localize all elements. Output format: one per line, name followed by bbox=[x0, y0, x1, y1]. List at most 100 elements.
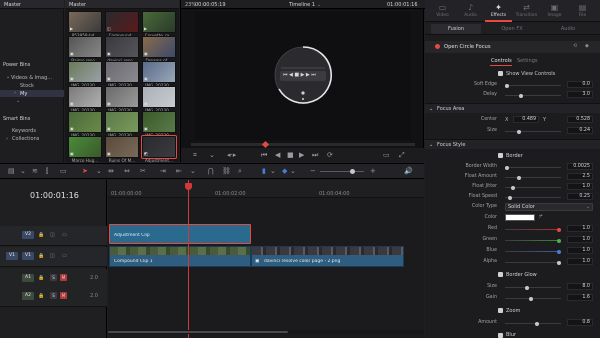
blur-checkbox[interactable] bbox=[498, 333, 503, 338]
slider-knob[interactable] bbox=[557, 227, 561, 232]
zoom-slider-knob[interactable] bbox=[350, 169, 355, 174]
alpha-field[interactable]: 1.0 bbox=[567, 258, 593, 265]
slider-knob[interactable] bbox=[508, 195, 512, 200]
chevron-down-icon[interactable]: ⌄ bbox=[190, 164, 196, 178]
eyedropper-icon[interactable]: ⌿ bbox=[539, 214, 543, 220]
float-amount-field[interactable]: 2.5 bbox=[567, 173, 593, 180]
timeline-tracks[interactable]: 01:00:00:00 01:00:02:00 01:00:04:00 Adju… bbox=[108, 180, 424, 338]
power-bin-item-videos[interactable]: ⌄ Videos & Imag... bbox=[0, 74, 64, 81]
media-pool-clip[interactable]: ▣ Marco Hug... bbox=[67, 136, 103, 163]
slider-knob[interactable] bbox=[517, 129, 521, 134]
first-frame-icon[interactable]: ⏮ bbox=[261, 148, 267, 162]
media-pool-clip[interactable]: ▣IMG_20230... bbox=[67, 86, 103, 113]
insert-icon[interactable]: ⇥ bbox=[160, 164, 166, 178]
border-glow-checkbox[interactable] bbox=[498, 272, 503, 277]
border-width-field[interactable]: 0.0025 bbox=[567, 163, 593, 170]
viewer-options-icon[interactable]: ▭ bbox=[383, 148, 390, 162]
size-field[interactable]: 0.24 bbox=[567, 127, 593, 134]
red-slider[interactable] bbox=[505, 227, 561, 232]
inspector-tab-image[interactable]: ▣ Image bbox=[541, 0, 568, 22]
layout-icon[interactable]: ▤ bbox=[8, 164, 15, 178]
settings-tab[interactable]: Settings bbox=[517, 58, 538, 64]
effect-header[interactable]: Open Circle Focus ⟲ ◆ bbox=[425, 41, 600, 53]
slider-knob[interactable] bbox=[557, 249, 561, 254]
enable-video-icon[interactable]: ▭ bbox=[62, 253, 67, 259]
blade-icon[interactable]: ✂ bbox=[140, 164, 146, 178]
media-pool-clip[interactable]: ▣IMG_20230... bbox=[141, 86, 177, 113]
marker-icon[interactable]: ◆ bbox=[282, 164, 287, 178]
lock-icon[interactable]: 🔒 bbox=[38, 293, 44, 299]
soft-edge-field[interactable]: 0.0 bbox=[567, 81, 593, 88]
border-width-slider[interactable] bbox=[505, 165, 561, 170]
last-frame-icon[interactable]: ⏭ bbox=[312, 148, 318, 162]
snapping-icon[interactable]: ⋂ bbox=[208, 164, 214, 178]
stop-icon[interactable]: ■ bbox=[287, 148, 294, 162]
clip-thumbnail[interactable]: ▣ bbox=[105, 111, 139, 133]
alpha-slider[interactable] bbox=[505, 260, 561, 265]
blue-slider[interactable] bbox=[505, 249, 561, 254]
chevron-down-icon[interactable]: ⌄ bbox=[209, 148, 215, 162]
media-pool-clip[interactable]: ▶Corvette_ra... bbox=[141, 11, 177, 38]
smart-bin-item-collections[interactable]: Collections bbox=[12, 136, 39, 142]
soft-edge-slider[interactable] bbox=[505, 83, 561, 88]
trim-icon[interactable]: ⇹ bbox=[108, 164, 114, 178]
lock-icon[interactable]: 🔒 bbox=[38, 232, 44, 238]
media-pool-clip[interactable]: ▣Baimo reso... bbox=[67, 36, 103, 63]
subtab-fusion[interactable]: Fusion bbox=[431, 24, 481, 34]
media-pool-clip[interactable]: ▣IMG_20230... bbox=[67, 61, 103, 88]
play-icon[interactable]: ▶ bbox=[299, 148, 304, 162]
media-pool-clip[interactable]: ▣ Ruins Of M... bbox=[104, 136, 140, 163]
playhead-handle[interactable] bbox=[185, 183, 192, 190]
blue-field[interactable]: 1.0 bbox=[567, 247, 593, 254]
media-pool-clip[interactable]: ▣IMG_20230... bbox=[104, 86, 140, 113]
slider-knob[interactable] bbox=[511, 185, 515, 190]
media-pool-clip[interactable]: ▣IMG_20230... bbox=[67, 111, 103, 138]
clip-thumbnail[interactable]: ▣ bbox=[142, 86, 176, 108]
size-slider[interactable] bbox=[505, 129, 561, 134]
auto-select-icon[interactable]: ◫ bbox=[50, 253, 55, 259]
green-field[interactable]: 1.0 bbox=[567, 236, 593, 243]
clip-thumbnail[interactable]: ▣ bbox=[142, 36, 176, 58]
media-pool-clip[interactable]: ▶853958-hd... bbox=[67, 11, 103, 38]
focus-area-section[interactable]: ⌄ Focus Area bbox=[425, 103, 600, 113]
inspector-tab-effects[interactable]: ✦ Effects bbox=[485, 0, 512, 22]
scrubber-playhead[interactable] bbox=[261, 140, 270, 149]
clip-thumbnail[interactable]: ▣ bbox=[68, 111, 102, 133]
solo-button[interactable]: S bbox=[50, 292, 57, 299]
zoom-out-icon[interactable]: − bbox=[310, 164, 316, 178]
slider-knob[interactable] bbox=[519, 93, 523, 98]
chevron-down-icon[interactable]: ⌄ bbox=[317, 2, 321, 8]
cinema-mode-icon[interactable]: ⤢ bbox=[399, 148, 405, 162]
clip-thumbnail[interactable]: ◫ bbox=[105, 11, 139, 33]
gain-slider[interactable] bbox=[505, 296, 561, 301]
subtab-open-fx[interactable]: Open FX bbox=[487, 24, 537, 34]
timeline-zoom-slider[interactable] bbox=[320, 169, 364, 174]
scrollbar-thumb[interactable] bbox=[108, 331, 288, 333]
media-pool-clip[interactable]: ▣Dreams of ... bbox=[141, 36, 177, 63]
zoom-in-icon[interactable]: + bbox=[370, 164, 376, 178]
reset-icon[interactable]: ⟲ bbox=[573, 43, 577, 49]
clip-thumbnail[interactable]: ▶ bbox=[142, 11, 176, 33]
adjustment-clip[interactable]: Adjustment Clip bbox=[109, 224, 251, 244]
clip-thumbnail[interactable]: ▣ bbox=[68, 61, 102, 83]
master-bin-label[interactable]: Master bbox=[4, 2, 21, 8]
clip-thumbnail[interactable]: ◩ bbox=[141, 135, 177, 159]
slider-knob[interactable] bbox=[505, 165, 509, 170]
timeline-ruler[interactable]: 01:00:00:00 01:00:02:00 01:00:04:00 bbox=[108, 180, 424, 198]
slider-knob[interactable] bbox=[557, 260, 561, 265]
float-amount-slider[interactable] bbox=[505, 175, 561, 180]
float-speed-slider[interactable] bbox=[505, 195, 561, 200]
lock-icon[interactable]: 🔒 bbox=[38, 253, 44, 259]
position-lock-icon[interactable]: ⌕ bbox=[238, 164, 242, 178]
clip-thumbnail[interactable]: ▣ bbox=[105, 61, 139, 83]
clip-thumbnail[interactable]: ▣ bbox=[68, 86, 102, 108]
viewer-scrubber[interactable] bbox=[191, 140, 415, 149]
chevron-down-icon[interactable]: ⌄ bbox=[290, 164, 296, 178]
float-speed-field[interactable]: 0.25 bbox=[567, 193, 593, 200]
amount-slider[interactable] bbox=[505, 321, 561, 326]
flag-icon[interactable]: ▮ bbox=[262, 164, 266, 178]
glow-size-field[interactable]: 8.0 bbox=[567, 283, 593, 290]
selection-arrow-icon[interactable]: ➤ bbox=[82, 164, 88, 178]
zoom-checkbox[interactable] bbox=[498, 308, 503, 313]
viewer-canvas[interactable]: ⏮◀■▶▶⏭ bbox=[195, 12, 411, 140]
